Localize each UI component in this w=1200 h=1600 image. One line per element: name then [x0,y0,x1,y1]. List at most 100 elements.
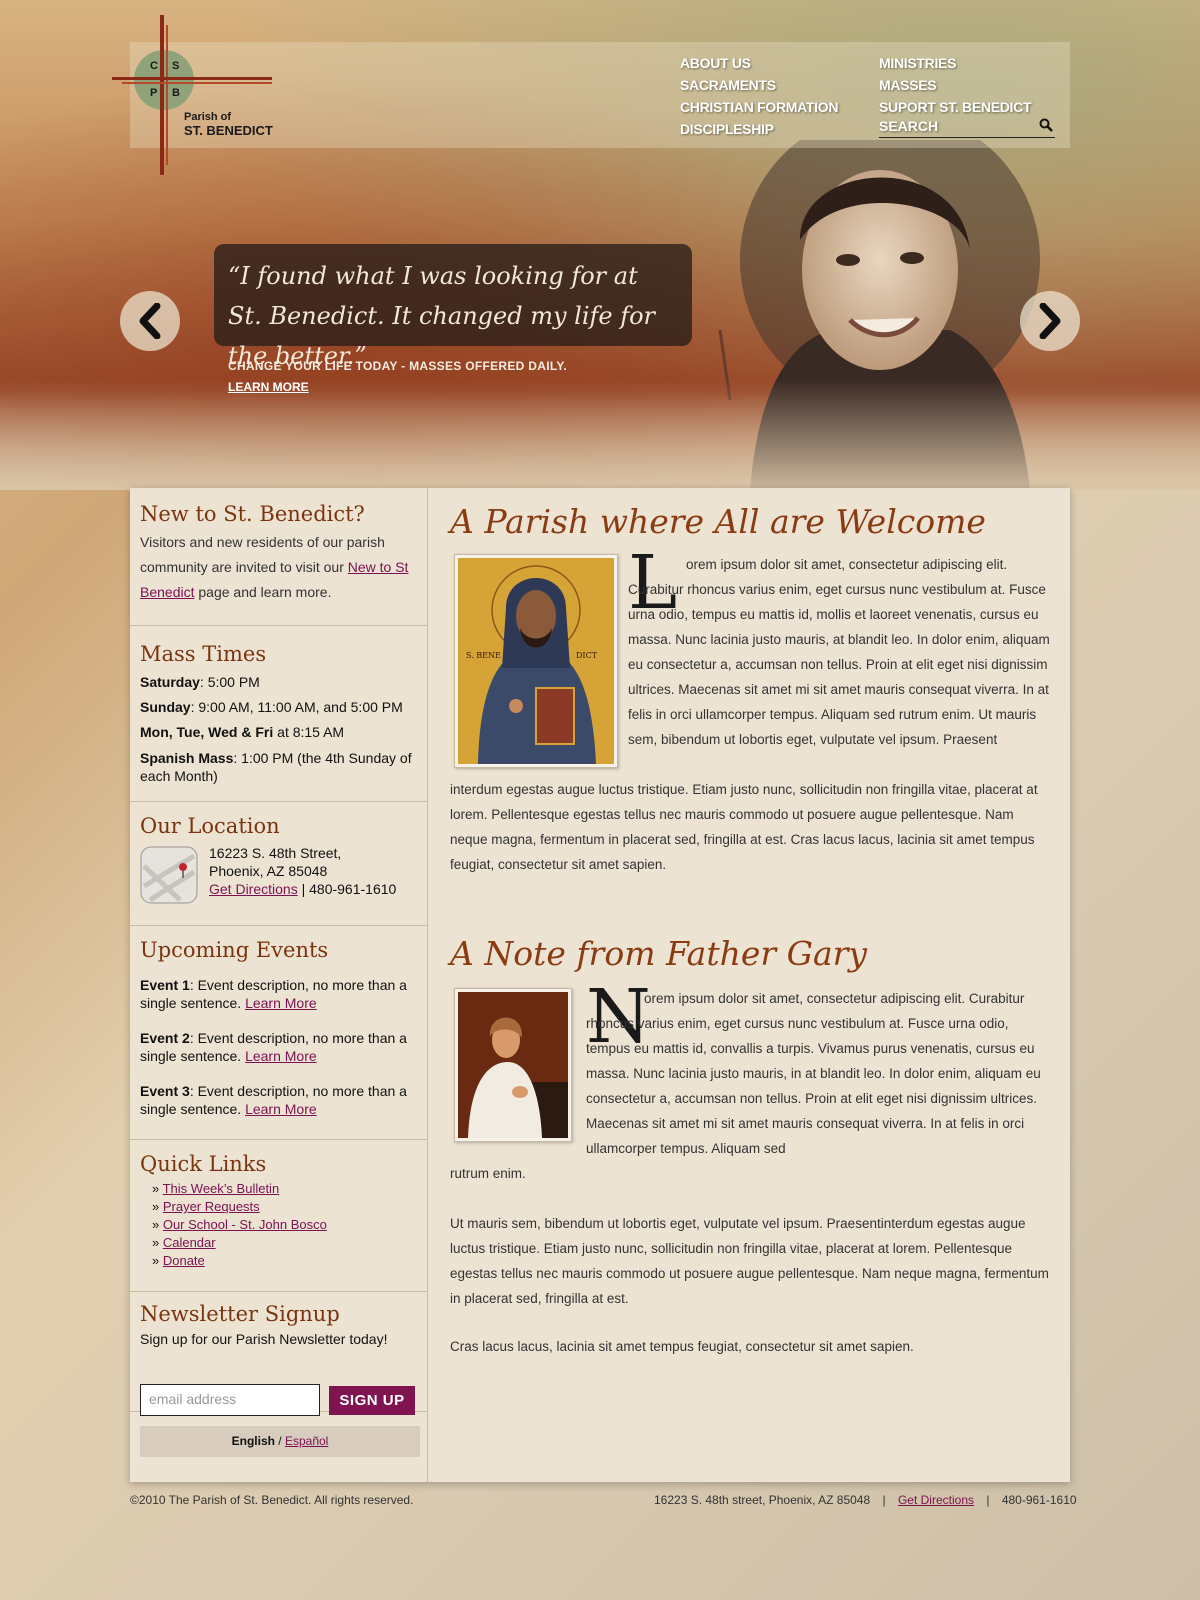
note-paragraph-3: Cras lacus lacus, lacinia sit amet tempu… [450,1339,914,1354]
hero-subtitle: CHANGE YOUR LIFE TODAY - MASSES OFFERED … [228,359,567,373]
footer-separator: | [986,1493,990,1507]
event-learn-more-link[interactable]: Learn More [245,995,317,1011]
sidebar-newsletter-section: Newsletter Signup Sign up for our Parish… [130,1292,428,1416]
logo-letter-s: S [172,60,180,72]
quick-link-school[interactable]: Our School - St. John Bosco [163,1217,327,1232]
logo-text-parish-of: Parish of [184,111,232,123]
hero-fade [0,380,1200,490]
logo-letter-c: C [150,60,158,72]
quick-link-item: » Prayer Requests [152,1199,260,1214]
hero-quote: “I found what I was looking for at St. B… [214,244,692,370]
note-paragraph-1-end: rutrum enim. [450,1166,526,1181]
sign-up-button[interactable]: SIGN UP [329,1386,415,1415]
mass-time: at 8:15 AM [273,724,345,740]
icon-text-left: S. BENE [466,651,501,660]
nav-about-us[interactable]: ABOUT US [680,52,838,74]
sidebar-new-title: New to St. Benedict? [140,502,365,526]
sidebar-location-title: Our Location [140,814,280,838]
carousel-next-button[interactable] [1020,291,1080,351]
welcome-heading: A Parish where All are Welcome [450,502,986,541]
footer-copyright: ©2010 The Parish of St. Benedict. All ri… [130,1493,414,1507]
search-icon[interactable] [1039,118,1053,132]
st-benedict-icon-frame: S. BENE DICT [454,554,618,768]
nav-ministries[interactable]: MINISTRIES [879,52,1031,74]
cross-vertical [160,15,164,175]
search-input[interactable]: SEARCH [879,118,1055,138]
quick-link-bulletin[interactable]: This Week’s Bulletin [163,1181,280,1196]
mass-line: Spanish Mass: 1:00 PM (the 4th Sunday of… [140,749,418,785]
quick-link-calendar[interactable]: Calendar [163,1235,216,1250]
sidebar-new-text: Visitors and new residents of our parish… [140,530,418,605]
mass-time: : 5:00 PM [199,674,260,690]
nav-discipleship[interactable]: DISCIPLESHIP [680,118,838,140]
footer-separator: | [882,1493,886,1507]
sidebar-events-section: Upcoming Events Event 1: Event descripti… [130,926,428,1140]
cross-horizontal-inner [122,82,272,84]
event-learn-more-link[interactable]: Learn More [245,1101,317,1117]
note-heading: A Note from Father Gary [450,934,868,973]
cross-vertical-inner [166,25,168,165]
footer-contact: 16223 S. 48th street, Phoenix, AZ 85048 … [654,1493,1077,1507]
chevron-left-icon [139,303,161,339]
quick-link-prayer[interactable]: Prayer Requests [163,1199,260,1214]
address-line1: 16223 S. 48th Street, [209,845,342,861]
hero-learn-more-link[interactable]: LEARN MORE [228,380,309,394]
parish-logo[interactable]: C S P B Parish of ST. BENEDICT [112,15,282,175]
mass-time: : 9:00 AM, 11:00 AM, and 5:00 PM [190,699,403,715]
nav-masses[interactable]: MASSES [879,74,1031,96]
note-paragraph-1: orem ipsum dolor sit amet, consectetur a… [586,986,1054,1161]
welcome-paragraph-1: orem ipsum dolor sit amet, consectetur a… [628,552,1050,752]
sidebar-mass-title: Mass Times [140,642,267,666]
chevron-right-icon [1039,303,1061,339]
event-learn-more-link[interactable]: Learn More [245,1048,317,1064]
st-benedict-icon-image: S. BENE DICT [458,558,614,764]
lang-espanol-link[interactable]: Español [285,1434,328,1448]
event-name: Event 3 [140,1083,190,1099]
carousel-prev-button[interactable] [120,291,180,351]
sidebar-quicklinks-title: Quick Links [140,1152,267,1176]
map-icon[interactable] [140,846,198,904]
mass-line: Mon, Tue, Wed & Fri at 8:15 AM [140,720,418,745]
welcome-paragraph-2: interdum egestas augue luctus tristique.… [450,782,1038,872]
lang-separator: / [274,1434,285,1448]
sidebar-quicklinks-section: Quick Links » This Week’s Bulletin » Pra… [130,1140,428,1292]
mass-day: Mon, Tue, Wed & Fri [140,724,274,740]
logo-circle [134,50,194,110]
lang-english[interactable]: English [232,1434,275,1448]
footer-address: 16223 S. 48th street, Phoenix, AZ 85048 [654,1493,871,1507]
event-name: Event 2 [140,1030,190,1046]
sidebar-mass-section: Mass Times Saturday: 5:00 PM Sunday: 9:0… [130,626,428,802]
event-item: Event 1: Event description, no more than… [140,976,418,1012]
newsletter-email-input[interactable]: email address [140,1384,320,1416]
nav-sacraments[interactable]: SACRAMENTS [680,74,838,96]
quick-link-donate[interactable]: Donate [163,1253,205,1268]
newsletter-text: Sign up for our Parish Newsletter today! [140,1331,388,1347]
nav-column-2: MINISTRIES MASSES SUPORT ST. BENEDICT [879,52,1032,118]
quick-link-item: » Calendar [152,1235,216,1250]
address-line2: Phoenix, AZ 85048 [209,863,328,879]
nav-christian-formation[interactable]: CHRISTIAN FORMATION [680,96,838,118]
location-address: 16223 S. 48th Street, Phoenix, AZ 85048 … [209,844,396,898]
icon-text-right: DICT [576,651,598,660]
note-text-1: orem ipsum dolor sit amet, consectetur a… [586,991,1041,1156]
sidebar-new-section: New to St. Benedict? Visitors and new re… [130,488,428,626]
logo-letter-b: B [172,87,180,99]
nav-support[interactable]: SUPORT ST. BENEDICT [879,96,1032,118]
cross-horizontal [112,77,272,80]
event-item: Event 3: Event description, no more than… [140,1082,418,1118]
nav-column-1: ABOUT US SACRAMENTS CHRISTIAN FORMATION … [680,52,838,140]
sidebar: New to St. Benedict? Visitors and new re… [130,488,428,1482]
note-paragraph-2: Ut mauris sem, bibendum ut lobortis eget… [450,1216,1049,1306]
mass-line: Sunday: 9:00 AM, 11:00 AM, and 5:00 PM [140,695,418,720]
quick-link-item: » Donate [152,1253,205,1268]
location-phone: | 480-961-1610 [297,881,397,897]
get-directions-link[interactable]: Get Directions [209,881,298,897]
father-gary-photo-frame [454,988,572,1142]
search-label: SEARCH [879,118,939,134]
mass-day: Saturday [140,674,200,690]
event-name: Event 1 [140,977,190,993]
quick-link-item: » This Week’s Bulletin [152,1181,280,1196]
mass-day: Spanish Mass [140,750,234,766]
footer-get-directions-link[interactable]: Get Directions [898,1493,974,1507]
logo-letter-p: P [150,87,158,99]
